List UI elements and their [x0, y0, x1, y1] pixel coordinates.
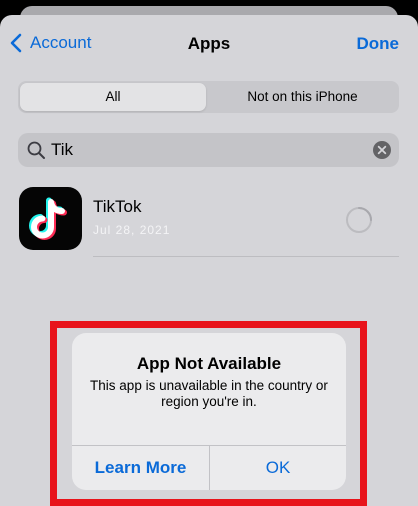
page-title: Apps [187, 34, 231, 53]
search-input[interactable] [51, 137, 361, 163]
search-icon [27, 141, 45, 159]
app-list-item[interactable]: TikTok Jul 28, 2021 [18, 187, 399, 257]
segment-not-on-this-iphone[interactable]: Not on this iPhone [208, 83, 397, 111]
segment-all[interactable]: All [20, 83, 206, 111]
navigation-bar: Account Apps Done [0, 15, 418, 75]
alert-message: This app is unavailable in the country o… [90, 378, 328, 409]
clear-circle-icon[interactable] [373, 141, 391, 159]
alert-title: App Not Available [136, 354, 282, 373]
app-purchase-date: Jul 28, 2021 [93, 223, 171, 237]
tiktok-logo-icon [19, 187, 82, 250]
search-field [18, 133, 399, 167]
loading-spinner-icon[interactable] [345, 206, 373, 234]
apps-filter-segmented-control: All Not on this iPhone [18, 81, 399, 113]
learn-more-button[interactable]: Learn More [72, 446, 209, 490]
done-button[interactable]: Done [357, 34, 400, 54]
ok-button[interactable]: OK [210, 446, 346, 490]
app-name: TikTok [93, 197, 142, 216]
list-divider [93, 256, 399, 257]
app-not-available-alert: App Not Available This app is unavailabl… [72, 333, 346, 490]
